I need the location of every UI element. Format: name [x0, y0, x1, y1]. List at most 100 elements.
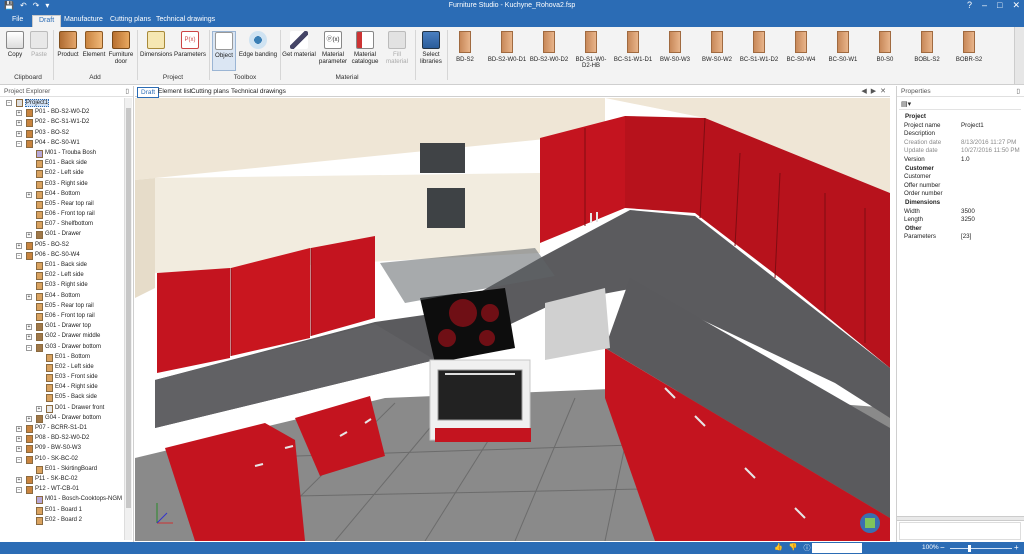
property-row[interactable]: Order number: [899, 190, 1021, 199]
property-value[interactable]: 1.0: [961, 156, 970, 163]
fill-material-button[interactable]: Fill material: [382, 31, 412, 65]
library-item[interactable]: BC-S0-W4: [781, 31, 821, 63]
tree-item[interactable]: M01 - Bosch-Cooktops-NGM: [0, 495, 124, 505]
tree-item[interactable]: E01 - SkirtingBoard: [0, 465, 124, 475]
tree-item[interactable]: + G02 - Drawer middle: [0, 332, 124, 342]
pin-icon[interactable]: ▯: [1016, 87, 1020, 95]
tree-item[interactable]: E01 - Back side: [0, 261, 124, 271]
tree-item[interactable]: − Project1: [0, 98, 124, 108]
property-row[interactable]: Update date 10/27/2016 11:50 PM: [899, 147, 1021, 156]
thumbs-down-icon[interactable]: 👎: [789, 543, 798, 553]
collapse-icon[interactable]: −: [6, 100, 12, 106]
tree-item[interactable]: E02 - Board 2: [0, 516, 124, 526]
tree-item[interactable]: E01 - Bottom: [0, 353, 124, 363]
property-row[interactable]: Description: [899, 130, 1021, 139]
library-item[interactable]: BW-S0-W3: [655, 31, 695, 63]
furniture-door-button[interactable]: Furniture door: [108, 31, 134, 65]
scroll-thumb[interactable]: [126, 108, 131, 508]
select-libraries-button[interactable]: Select libraries: [418, 31, 444, 65]
tree-item[interactable]: − P06 - BC-S0-W4: [0, 251, 124, 261]
expand-icon[interactable]: +: [26, 293, 32, 300]
tree-item[interactable]: + G01 - Drawer top: [0, 322, 124, 332]
tree-item[interactable]: + E04 - Bottom: [0, 292, 124, 302]
property-row[interactable]: Length 3250: [899, 216, 1021, 225]
product-button[interactable]: Product: [56, 31, 80, 58]
expand-icon[interactable]: +: [16, 110, 22, 117]
library-item[interactable]: BC-S1-W1-D2: [739, 31, 779, 63]
properties-sort-icon[interactable]: ▤▾: [901, 100, 911, 108]
expand-icon[interactable]: +: [16, 426, 22, 432]
tree-item[interactable]: + G01 - Drawer: [0, 230, 124, 240]
tree-item[interactable]: M01 - Trouba Bosh: [0, 149, 124, 159]
minimize-icon[interactable]: –: [982, 0, 987, 11]
expand-icon[interactable]: +: [26, 324, 32, 331]
tree-item[interactable]: E01 - Board 1: [0, 506, 124, 516]
doc-tab-technical-drawings[interactable]: Technical drawings: [228, 87, 289, 96]
close-icon[interactable]: ✕: [1012, 0, 1020, 11]
help-icon[interactable]: ?: [967, 0, 972, 11]
property-value[interactable]: 3250: [961, 216, 975, 223]
expand-icon[interactable]: +: [16, 130, 22, 137]
library-item[interactable]: BC-S1-W1-D1: [613, 31, 653, 63]
property-value[interactable]: 3500: [961, 208, 975, 215]
expand-icon[interactable]: +: [26, 191, 32, 198]
status-search-box[interactable]: [812, 543, 862, 553]
kitchen-3d-scene[interactable]: [135, 98, 890, 541]
info-icon[interactable]: ⓘ: [803, 543, 810, 553]
zoom-in-icon[interactable]: +: [1014, 543, 1019, 552]
view-cube-icon[interactable]: [860, 513, 880, 533]
tree-item[interactable]: + P11 - SK-BC-02: [0, 475, 124, 485]
upper-cabinet[interactable]: [311, 236, 375, 336]
oven-drawer[interactable]: [435, 428, 531, 442]
library-item[interactable]: BD-S2: [445, 31, 485, 63]
tab-draft[interactable]: Draft: [32, 15, 62, 27]
tree-item[interactable]: E02 - Left side: [0, 271, 124, 281]
copy-button[interactable]: Copy: [4, 31, 26, 58]
tree-item[interactable]: + P03 - BO-S2: [0, 129, 124, 139]
expand-icon[interactable]: +: [16, 242, 22, 249]
collapse-icon[interactable]: −: [16, 140, 22, 147]
object-button[interactable]: Object: [212, 31, 236, 71]
collapse-icon[interactable]: −: [16, 487, 22, 494]
dimensions-button[interactable]: Dimensions: [140, 31, 172, 58]
tree-item[interactable]: + D01 - Drawer front: [0, 404, 124, 414]
collapse-icon[interactable]: −: [16, 252, 22, 259]
3d-viewport[interactable]: [135, 98, 890, 541]
tree-item[interactable]: E04 - Right side: [0, 383, 124, 393]
zoom-slider-knob[interactable]: [968, 545, 971, 552]
explorer-scrollbar[interactable]: [124, 98, 132, 540]
tree-item[interactable]: E06 - Front top rail: [0, 312, 124, 322]
parameters-button[interactable]: P(x) Parameters: [174, 31, 206, 58]
property-row[interactable]: Offer number: [899, 182, 1021, 191]
tree-item[interactable]: − G03 - Drawer bottom: [0, 343, 124, 353]
thumbs-up-icon[interactable]: 👍: [774, 543, 783, 553]
tree-item[interactable]: E03 - Front side: [0, 373, 124, 383]
tree-item[interactable]: + P01 - BD-S2-W0-D2: [0, 108, 124, 118]
zoom-slider[interactable]: [950, 548, 1012, 549]
tree-item[interactable]: + E04 - Bottom: [0, 190, 124, 200]
property-value[interactable]: Project1: [961, 122, 984, 129]
material-catalogue-button[interactable]: Material catalogue: [350, 31, 380, 65]
tab-left-icon[interactable]: ◀: [861, 87, 866, 95]
tree-item[interactable]: E05 - Rear top rail: [0, 200, 124, 210]
doc-tab-cutting-plans[interactable]: Cutting plans: [188, 87, 232, 96]
expand-icon[interactable]: +: [36, 405, 42, 412]
gallery-scroll[interactable]: [1014, 27, 1024, 84]
expand-icon[interactable]: +: [16, 446, 22, 453]
library-item[interactable]: BOBR-S2: [949, 31, 989, 63]
tab-file[interactable]: File: [6, 15, 29, 27]
oven-door[interactable]: [437, 369, 523, 421]
tree-item[interactable]: E07 - Shelfbottom: [0, 220, 124, 230]
expand-icon[interactable]: +: [16, 476, 22, 483]
property-value[interactable]: [23]: [961, 233, 971, 240]
tree-item[interactable]: + P08 - BD-S2-W0-D2: [0, 434, 124, 444]
property-row[interactable]: Parameters [23]: [899, 233, 1021, 242]
tab-manufacture[interactable]: Manufacture: [58, 15, 109, 27]
library-item[interactable]: BD-S2-W0-D2: [529, 31, 569, 63]
tree-item[interactable]: − P10 - SK-BC-02: [0, 455, 124, 465]
tab-cutting-plans[interactable]: Cutting plans: [104, 15, 157, 27]
tree-item[interactable]: E01 - Back side: [0, 159, 124, 169]
library-item[interactable]: BD-S2-W0-D1: [487, 31, 527, 63]
property-value[interactable]: 10/27/2016 11:50 PM: [961, 147, 1020, 154]
property-row[interactable]: Width 3500: [899, 208, 1021, 217]
